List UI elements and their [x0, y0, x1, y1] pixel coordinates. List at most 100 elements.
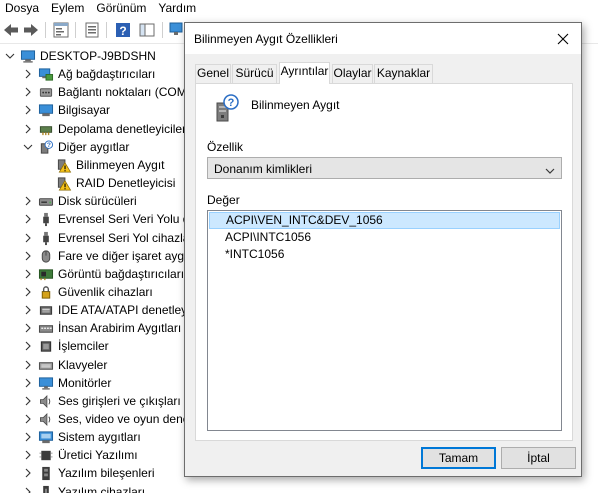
close-button[interactable]: [545, 23, 581, 54]
chevron-right-icon[interactable]: [22, 120, 34, 138]
tree-item-ide-ata-atapi-denetleyi[interactable]: IDE ATA/ATAPI denetleyi: [0, 301, 184, 319]
property-dropdown[interactable]: Donanım kimlikleri: [207, 157, 562, 179]
chevron-right-icon[interactable]: [22, 337, 34, 355]
chevron-right-icon[interactable]: [22, 247, 34, 265]
tree-item-label: Yazılım cihazları: [58, 484, 146, 493]
forward-arrow-icon[interactable]: [22, 21, 40, 39]
menu-file[interactable]: Dosya: [0, 1, 46, 15]
tree-item-evrensel-seri-yol-cihazlari[interactable]: Evrensel Seri Yol cihazları: [0, 229, 184, 247]
dialog-titlebar[interactable]: Bilinmeyen Aygıt Özellikleri: [185, 23, 581, 54]
chevron-right-icon[interactable]: [22, 464, 34, 482]
menu-action[interactable]: Eylem: [46, 1, 91, 15]
tab-events[interactable]: Olaylar: [332, 64, 373, 83]
chevron-right-icon[interactable]: [22, 210, 34, 228]
chevron-right-icon[interactable]: [22, 101, 34, 119]
chevron-right-icon[interactable]: [22, 283, 34, 301]
tree-item-bilgisayar[interactable]: Bilgisayar: [0, 101, 184, 119]
tree-item-bilinmeyen-aygit[interactable]: Bilinmeyen Aygıt: [0, 156, 184, 174]
value-list-item[interactable]: *INTC1056: [209, 247, 560, 264]
chevron-right-icon[interactable]: [22, 356, 34, 374]
usb-icon: [38, 231, 54, 246]
tree-item-diger-aygitlar[interactable]: ? Diğer aygıtlar: [0, 138, 184, 156]
security-device-icon: [38, 285, 54, 300]
tab-details[interactable]: Ayrıntılar: [279, 62, 330, 84]
properties-sheet-icon[interactable]: [83, 21, 101, 39]
chevron-right-icon[interactable]: [22, 229, 34, 247]
tree-item-raid-denetleyicisi[interactable]: RAID Denetleyicisi: [0, 174, 184, 192]
mouse-icon: [38, 249, 54, 264]
tree-item-klavyeler[interactable]: Klavyeler: [0, 356, 184, 374]
value-label: Değer: [207, 193, 240, 207]
tree-item-label: Ses girişleri ve çıkışları: [58, 393, 181, 408]
speaker-icon: [38, 394, 54, 409]
back-arrow-icon[interactable]: [2, 21, 20, 39]
hid-icon: [38, 321, 54, 336]
ok-button[interactable]: Tamam: [421, 447, 496, 469]
computer-icon: [38, 103, 54, 118]
tree-item-uretici-yazilimi[interactable]: Üretici Yazılımı: [0, 446, 184, 464]
chevron-right-icon[interactable]: [22, 446, 34, 464]
tree-item-islemciler[interactable]: İşlemciler: [0, 337, 184, 355]
chevron-right-icon[interactable]: [22, 83, 34, 101]
tree-item-depolama-denetleyiciler[interactable]: Depolama denetleyiciler: [0, 120, 184, 138]
chevron-right-icon[interactable]: [22, 265, 34, 283]
cancel-button[interactable]: İptal: [501, 447, 576, 469]
device-name: Bilinmeyen Aygıt: [251, 98, 340, 112]
tree-item-fare-ve-diger-isaret-aygit[interactable]: Fare ve diğer işaret aygıt: [0, 247, 184, 265]
tab-general[interactable]: Genel: [195, 64, 231, 83]
tree-item-label: Güvenlik cihazları: [58, 284, 153, 299]
view-icon[interactable]: [138, 21, 156, 39]
chevron-right-icon[interactable]: [22, 483, 34, 493]
tree-item-sistem-aygitlari[interactable]: Sistem aygıtları: [0, 428, 184, 446]
details-panel: ? Bilinmeyen Aygıt Özellik Donanım kimli…: [195, 83, 573, 441]
keyboard-icon: [38, 358, 54, 373]
tree-item-guvenlik-cihazlari[interactable]: Güvenlik cihazları: [0, 283, 184, 301]
chevron-down-icon[interactable]: [22, 138, 34, 156]
display-adapter-icon: [38, 267, 54, 282]
svg-text:?: ?: [119, 24, 126, 38]
chevron-right-icon[interactable]: [22, 392, 34, 410]
tree-item-label: Ses, video ve oyun dene: [58, 412, 184, 426]
tree-item-label: İnsan Arabirim Aygıtları: [58, 321, 182, 336]
tree-item-label: Ağ bağdaştırıcıları: [58, 67, 156, 82]
tree-item-label: RAID Denetleyicisi: [76, 176, 176, 191]
speaker-icon: [38, 412, 54, 427]
system-device-icon: [38, 430, 54, 445]
chevron-right-icon[interactable]: [22, 65, 34, 83]
help-icon[interactable]: ?: [114, 21, 132, 39]
chevron-down-icon[interactable]: [4, 47, 16, 65]
chevron-right-icon[interactable]: [22, 410, 34, 428]
tree-item-disk-suruculeri[interactable]: Disk sürücüleri: [0, 192, 184, 210]
tree-item-insan-arabirim-aygitlari[interactable]: İnsan Arabirim Aygıtları: [0, 319, 184, 337]
tree-item-yazilim-cihazlari[interactable]: Yazılım cihazları: [0, 483, 184, 493]
svg-text:?: ?: [47, 142, 51, 149]
chevron-right-icon[interactable]: [22, 428, 34, 446]
tree-item-ses-girisleri-ve-cikislari[interactable]: Ses girişleri ve çıkışları: [0, 392, 184, 410]
chevron-right-icon[interactable]: [22, 319, 34, 337]
value-list-item[interactable]: ACPI\VEN_INTC&DEV_1056: [209, 212, 560, 229]
ide-controller-icon: [38, 303, 54, 318]
tree-item-evrensel-seri-veri-yolu-de[interactable]: Evrensel Seri Veri Yolu de: [0, 210, 184, 228]
tab-resources[interactable]: Kaynaklar: [374, 64, 433, 83]
properties-dialog: Bilinmeyen Aygıt Özellikleri Genel Sürüc…: [184, 22, 582, 477]
tree-root[interactable]: DESKTOP-J9BDSHN: [0, 47, 184, 65]
tree-item-label: Klavyeler: [58, 357, 108, 372]
menu-view[interactable]: Görünüm: [91, 1, 153, 15]
tree-item-baglanti-noktalari-com[interactable]: Bağlantı noktaları (COM: [0, 83, 184, 101]
tab-driver[interactable]: Sürücü: [232, 64, 277, 83]
chevron-right-icon[interactable]: [22, 192, 34, 210]
tree-item-monitorler[interactable]: Monitörler: [0, 374, 184, 392]
processor-icon: [38, 339, 54, 354]
properties-icon[interactable]: [52, 21, 70, 39]
menu-help[interactable]: Yardım: [153, 1, 203, 15]
chevron-right-icon[interactable]: [22, 374, 34, 392]
tree-item-ag-bagdastiricilari[interactable]: Ağ bağdaştırıcıları: [0, 65, 184, 83]
tree-item-goruntu-bagdastiricilari[interactable]: Görüntü bağdaştırıcıları: [0, 265, 184, 283]
chevron-right-icon[interactable]: [22, 301, 34, 319]
storage-controller-icon: [38, 122, 54, 137]
tree-item-ses-video-ve-oyun-dene[interactable]: Ses, video ve oyun dene: [0, 410, 184, 428]
tree-item-yazilim-bilesenleri[interactable]: Yazılım bileşenleri: [0, 464, 184, 482]
value-list-item[interactable]: ACPI\INTC1056: [209, 230, 560, 247]
toolbar-separator: [162, 22, 163, 38]
value-list[interactable]: ACPI\VEN_INTC&DEV_1056 ACPI\INTC1056 *INTC…: [207, 210, 562, 431]
